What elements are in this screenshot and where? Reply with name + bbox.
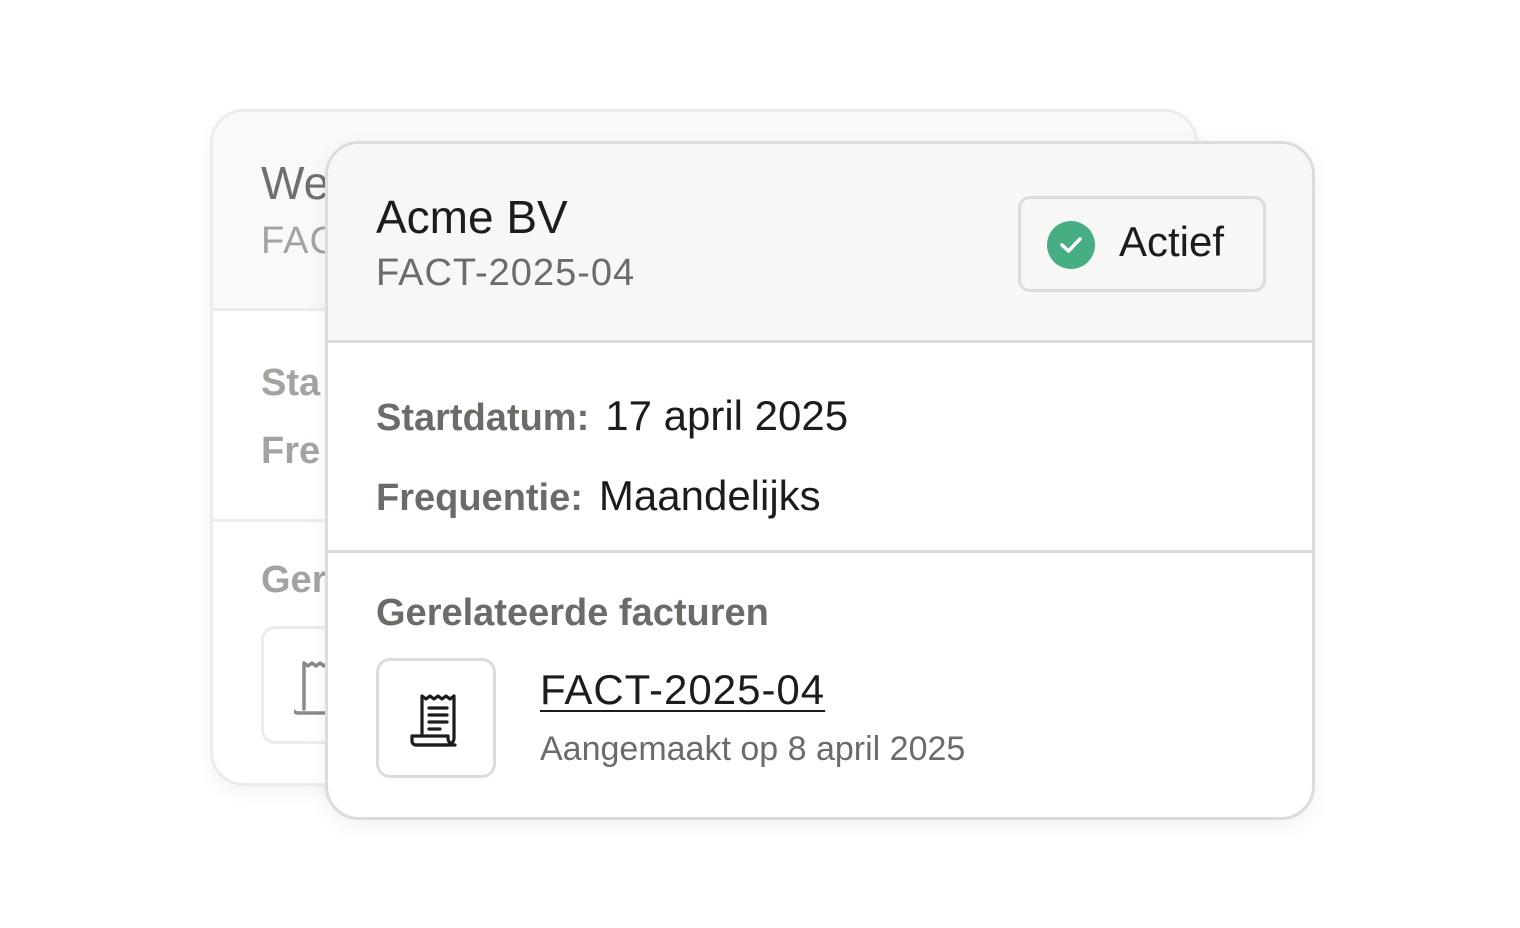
subscription-card-header: Acme BV FACT-2025-04 Actief [328, 144, 1312, 343]
stage: We FAC Sta Fre Ger Acme BV FACT-2025-04 … [0, 0, 1520, 928]
frequency-row: Frequentie: Maandelijks [376, 472, 821, 520]
receipt-icon [410, 694, 457, 747]
related-invoice-link[interactable]: FACT-2025-04 [540, 666, 825, 714]
start-date-label: Startdatum: [376, 397, 590, 439]
check-circle-icon [1047, 221, 1095, 269]
frequency-label: Frequentie: [376, 477, 583, 519]
background-card-title: We [261, 157, 330, 209]
section-divider [328, 550, 1312, 553]
start-date-row: Startdatum: 17 april 2025 [376, 392, 848, 440]
background-card-frequency-label: Fre [261, 430, 321, 472]
start-date-value: 17 april 2025 [605, 392, 849, 439]
frequency-value: Maandelijks [598, 472, 821, 519]
invoice-number: FACT-2025-04 [376, 252, 636, 294]
subscription-card[interactable]: Acme BV FACT-2025-04 Actief Startdatum: 1… [325, 141, 1315, 820]
related-invoice-thumbnail[interactable] [376, 658, 496, 778]
status-label: Actief [1119, 218, 1225, 265]
background-card-start-label: Sta [261, 362, 321, 404]
customer-name: Acme BV [376, 191, 568, 243]
related-invoice-created-date: Aangemaakt op 8 april 2025 [540, 730, 966, 768]
background-card-related-heading: Ger [261, 559, 327, 601]
related-invoices-heading: Gerelateerde facturen [376, 592, 769, 634]
status-badge: Actief [1018, 196, 1266, 292]
